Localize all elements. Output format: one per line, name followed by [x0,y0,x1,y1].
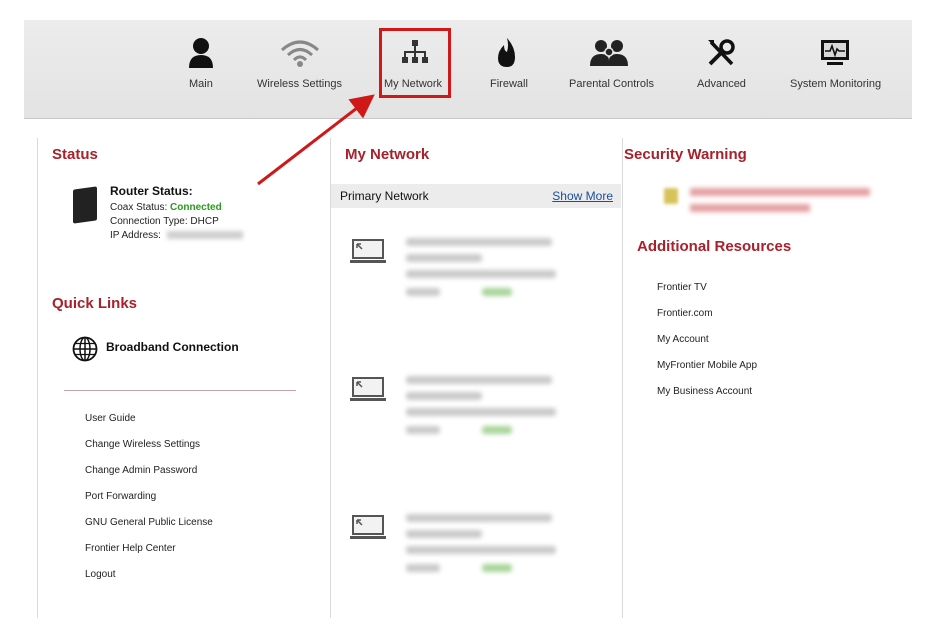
status-title: Status [52,146,98,163]
device-detail-redacted [406,392,482,400]
additional-resources-title: Additional Resources [637,238,792,255]
device-detail-redacted [406,530,482,538]
device-detail-redacted [406,254,482,262]
coax-status: Coax Status: Connected [110,202,222,213]
users-icon [589,36,629,70]
security-warning-title: Security Warning [624,146,747,163]
tools-icon [701,36,741,70]
column-divider-2 [622,138,623,618]
link-my-account[interactable]: My Account [657,334,757,360]
coax-status-label: Coax Status: [110,202,168,213]
nav-item-wireless-settings[interactable]: Wireless Settings [255,20,345,118]
device-entry[interactable] [350,512,570,592]
ip-address-redacted [166,231,243,240]
laptop-icon [350,515,386,539]
coax-status-value: Connected [170,202,222,213]
link-frontier-help-center[interactable]: Frontier Help Center [85,543,213,569]
quick-links-title: Quick Links [52,295,138,312]
link-change-wireless-settings[interactable]: Change Wireless Settings [85,439,213,465]
device-detail-redacted [406,288,440,296]
nav-label-parental-controls: Parental Controls [569,78,654,90]
wifi-icon [280,36,320,70]
device-detail-redacted [406,546,556,554]
quick-links-list: User Guide Change Wireless Settings Chan… [85,413,213,595]
device-detail-redacted [406,270,556,278]
globe-icon [72,336,98,362]
router-status-title: Router Status: [110,184,193,198]
nav-label-system-monitoring: System Monitoring [790,78,882,90]
device-name-redacted [406,514,552,522]
primary-network-bar: Primary Network Show More [331,184,621,208]
device-status-redacted [482,426,512,434]
show-more-link[interactable]: Show More [552,189,613,203]
link-port-forwarding[interactable]: Port Forwarding [85,491,213,517]
nav-label-firewall: Firewall [490,78,528,90]
laptop-icon [350,239,386,263]
link-logout[interactable]: Logout [85,569,213,595]
ip-address: IP Address: [110,230,243,241]
device-name-redacted [406,238,552,246]
nav-item-parental-controls[interactable]: Parental Controls [565,20,657,118]
nav-item-main[interactable]: Main [175,20,227,118]
nav-label-wireless-settings: Wireless Settings [257,78,342,90]
security-warning-redacted[interactable] [690,188,870,196]
broadband-connection-link[interactable]: Broadband Connection [106,340,239,354]
link-user-guide[interactable]: User Guide [85,413,213,439]
link-frontier-tv[interactable]: Frontier TV [657,282,757,308]
my-network-title: My Network [345,146,430,163]
monitor-icon [815,36,855,70]
device-status-redacted [482,288,512,296]
left-border [37,138,38,618]
link-change-admin-password[interactable]: Change Admin Password [85,465,213,491]
security-warning-redacted [690,204,810,212]
router-icon [73,186,97,224]
device-detail-redacted [406,564,440,572]
top-nav-bar: Main Wireless Settings My Network Firewa… [24,20,912,119]
flame-icon [487,36,527,70]
nav-item-firewall[interactable]: Firewall [482,20,532,118]
device-detail-redacted [406,408,556,416]
lock-icon [664,188,678,204]
nav-label-advanced: Advanced [697,78,746,90]
connection-type: Connection Type: DHCP [110,216,219,227]
column-divider-1 [330,138,331,618]
link-frontier-com[interactable]: Frontier.com [657,308,757,334]
device-entry[interactable] [350,236,570,316]
device-name-redacted [406,376,552,384]
laptop-icon [350,377,386,401]
nav-item-advanced[interactable]: Advanced [695,20,747,118]
device-status-redacted [482,564,512,572]
primary-network-label: Primary Network [340,189,429,203]
nav-item-system-monitoring[interactable]: System Monitoring [788,20,882,118]
quick-links-divider [64,390,296,391]
resources-list: Frontier TV Frontier.com My Account MyFr… [657,282,757,412]
nav-label-main: Main [189,78,213,90]
link-my-business-account[interactable]: My Business Account [657,386,757,412]
link-gnu-license[interactable]: GNU General Public License [85,517,213,543]
user-icon [181,36,221,70]
device-entry[interactable] [350,374,570,454]
ip-address-label: IP Address: [110,230,161,241]
device-detail-redacted [406,426,440,434]
my-network-highlight-box [379,28,451,98]
link-myfrontier-mobile-app[interactable]: MyFrontier Mobile App [657,360,757,386]
